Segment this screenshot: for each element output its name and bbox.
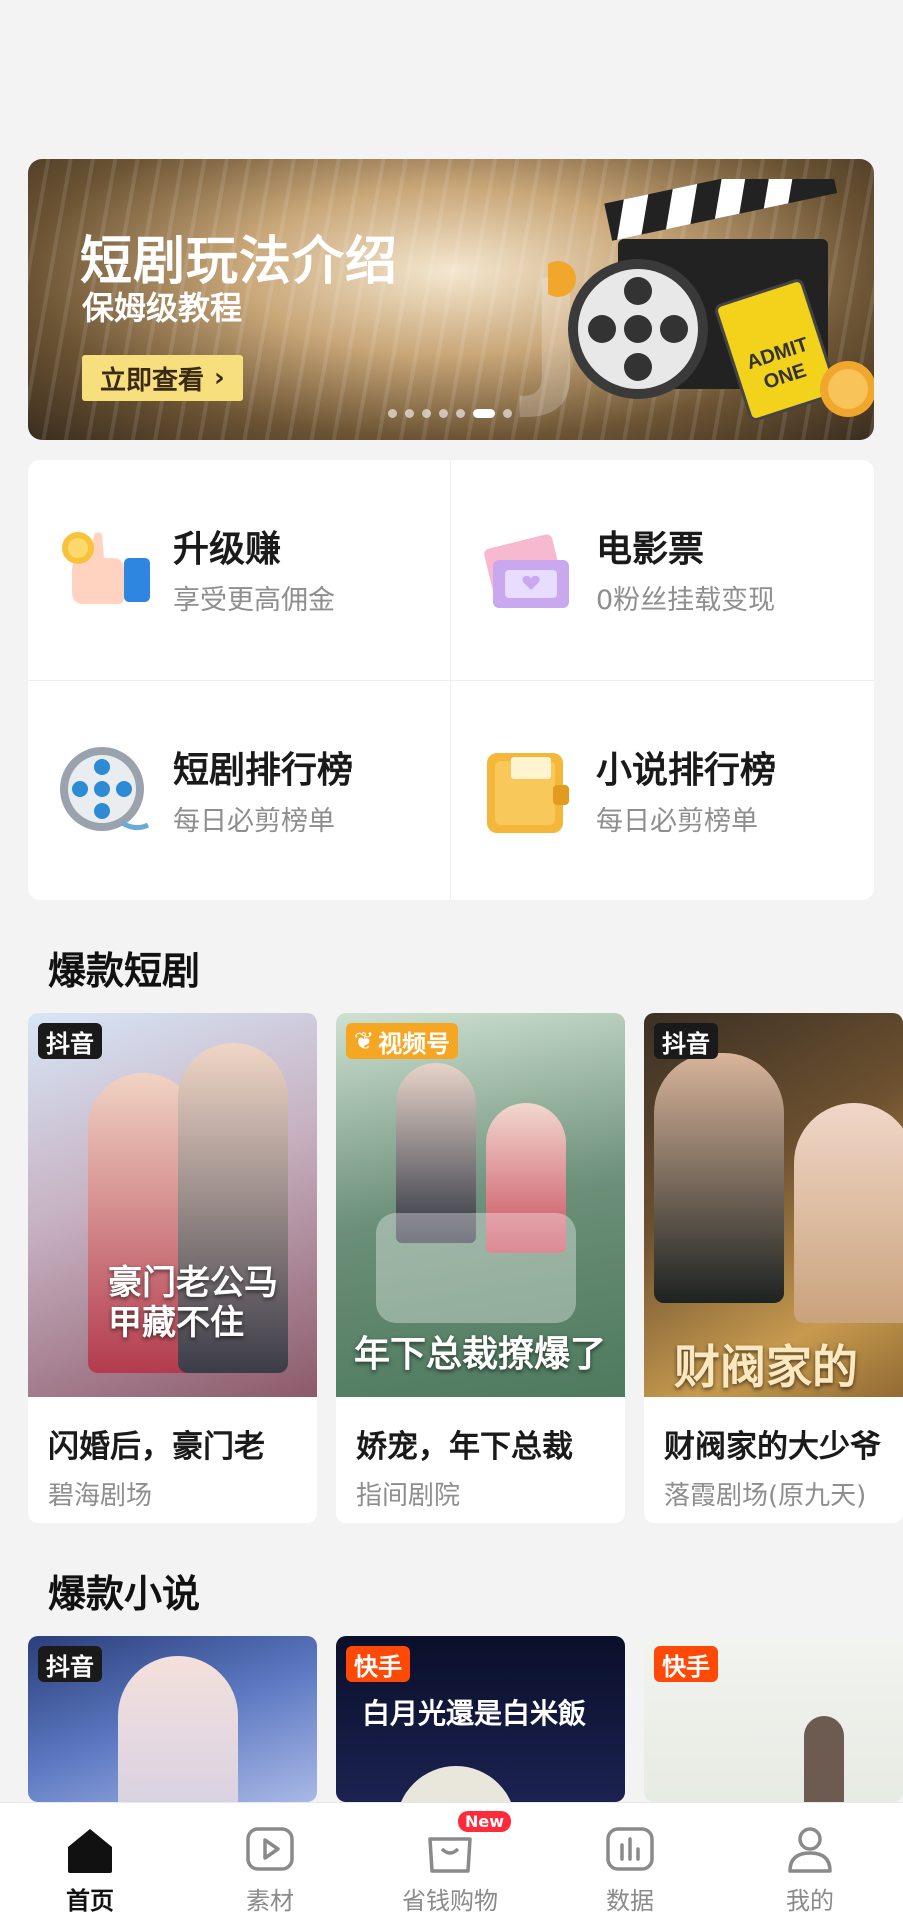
banner-cta-label: 立即查看 (100, 365, 205, 396)
novel-poster: 快手 (644, 1636, 903, 1802)
tab-label: 省钱购物 (402, 1887, 498, 1915)
poster-scene (376, 1213, 576, 1323)
feature-title: 升级赚 (173, 529, 282, 570)
feature-subtitle: 每日必剪榜单 (596, 806, 758, 837)
drama-studio: 碧海剧场 (48, 1481, 153, 1511)
novel-card[interactable]: 抖音 (28, 1636, 317, 1802)
feature-title: 电影票 (596, 529, 705, 570)
feature-title: 短剧排行榜 (173, 750, 354, 791)
feature-subtitle: 每日必剪榜单 (173, 806, 335, 837)
thumbs-up-coin-icon (62, 532, 150, 604)
carousel-dot (503, 409, 512, 418)
carousel-dot (405, 409, 414, 418)
drama-name: 闪婚后，豪门老 (48, 1429, 265, 1465)
drama-poster: 年下总裁撩爆了 ❦ 视频号 (336, 1013, 625, 1397)
drama-poster: 豪门老公马甲藏不住 抖音 (28, 1013, 317, 1397)
platform-label: 快手 (354, 1652, 402, 1681)
drama-name: 娇宠，年下总裁 (356, 1429, 573, 1465)
drama-card[interactable]: 财阀家的 抖音 财阀家的大少爷 落霞剧场(原九天) (644, 1013, 903, 1523)
promo-banner[interactable]: JU 短剧玩法介绍 保姆级教程 立即查看 › ADMIT ONE (28, 159, 874, 440)
tab-label: 素材 (246, 1887, 294, 1915)
poster-figure (804, 1716, 844, 1802)
platform-tag: 快手 (654, 1646, 718, 1682)
carousel-indicator (388, 409, 512, 418)
platform-tag: 抖音 (38, 1646, 102, 1682)
feature-subtitle: 享受更高佣金 (173, 585, 335, 616)
feature-novel-ranking[interactable]: 小说排行榜 每日必剪榜单 (451, 681, 873, 900)
user-icon (788, 1827, 832, 1873)
poster-title: 豪门老公马甲藏不住 (108, 1263, 278, 1343)
shipinhao-icon: ❦ (354, 1027, 375, 1055)
novel-card[interactable]: 快手 (644, 1636, 903, 1802)
tab-shopping[interactable]: New 省钱购物 (360, 1803, 540, 1921)
platform-label: 抖音 (46, 1029, 94, 1058)
drama-studio: 指间剧院 (356, 1481, 461, 1511)
platform-label: 视频号 (378, 1029, 451, 1058)
novel-poster: 白月光還是白米飯 快手 (336, 1636, 625, 1802)
carousel-dot-active (473, 409, 495, 418)
feature-grid: 升级赚 享受更高佣金 电影票 0粉丝挂载变现 短剧排行榜 每日必剪榜单 小说排行… (28, 460, 874, 900)
video-play-icon (246, 1827, 294, 1871)
section-title-novel: 爆款小说 (48, 1572, 201, 1616)
poster-title: 年下总裁撩爆了 (354, 1334, 607, 1375)
drama-card[interactable]: 年下总裁撩爆了 ❦ 视频号 娇宠，年下总裁 指间剧院 (336, 1013, 625, 1523)
carousel-dot (456, 409, 465, 418)
banner-subtitle: 保姆级教程 (82, 289, 243, 327)
bottom-tab-bar: 首页 素材 New 省钱购物 数据 我的 (0, 1802, 903, 1921)
poster-title: 财阀家的 (674, 1340, 858, 1394)
tab-materials[interactable]: 素材 (180, 1803, 360, 1921)
tab-label: 数据 (606, 1887, 654, 1915)
tab-label: 我的 (786, 1887, 834, 1915)
feature-title: 小说排行榜 (596, 750, 777, 791)
carousel-dot (422, 409, 431, 418)
moon-shape (396, 1766, 516, 1802)
feature-movie-ticket[interactable]: 电影票 0粉丝挂载变现 (451, 460, 873, 680)
platform-label: 抖音 (662, 1029, 710, 1058)
drama-card[interactable]: 豪门老公马甲藏不住 抖音 闪婚后，豪门老 碧海剧场 (28, 1013, 317, 1523)
drama-poster: 财阀家的 抖音 (644, 1013, 903, 1397)
drama-name: 财阀家的大少爷 (664, 1429, 881, 1465)
platform-tag: 抖音 (654, 1023, 718, 1059)
platform-tag: 抖音 (38, 1023, 102, 1059)
notebook-icon (487, 753, 569, 833)
new-badge: New (458, 1811, 512, 1832)
section-title-drama: 爆款短剧 (48, 949, 201, 993)
poster-figure (794, 1103, 903, 1323)
poster-figure (654, 1053, 784, 1303)
poster-title: 白月光還是白米飯 (362, 1697, 587, 1730)
carousel-dot (388, 409, 397, 418)
feature-drama-ranking[interactable]: 短剧排行榜 每日必剪榜单 (28, 681, 450, 900)
drama-studio: 落霞剧场(原九天) (664, 1481, 867, 1511)
tab-profile[interactable]: 我的 (720, 1803, 900, 1921)
tab-home[interactable]: 首页 (0, 1803, 180, 1921)
tab-data[interactable]: 数据 (540, 1803, 720, 1921)
banner-cta-button[interactable]: 立即查看 › (82, 355, 243, 401)
platform-tag: 快手 (346, 1646, 410, 1682)
carousel-dot (439, 409, 448, 418)
tab-label: 首页 (66, 1887, 114, 1915)
clapperboard-illustration: ADMIT ONE (548, 179, 874, 421)
platform-tag: ❦ 视频号 (346, 1023, 459, 1059)
chevron-right-icon: › (214, 363, 225, 393)
ticket-icon (484, 534, 569, 608)
platform-label: 抖音 (46, 1652, 94, 1681)
feature-upgrade-earn[interactable]: 升级赚 享受更高佣金 (28, 460, 450, 680)
film-reel-icon (60, 747, 150, 831)
feature-subtitle: 0粉丝挂载变现 (596, 585, 776, 616)
home-icon (68, 1829, 112, 1873)
platform-label: 快手 (662, 1652, 710, 1681)
bar-chart-icon (606, 1827, 654, 1871)
novel-card[interactable]: 白月光還是白米飯 快手 (336, 1636, 625, 1802)
poster-figure (118, 1656, 238, 1802)
novel-poster: 抖音 (28, 1636, 317, 1802)
